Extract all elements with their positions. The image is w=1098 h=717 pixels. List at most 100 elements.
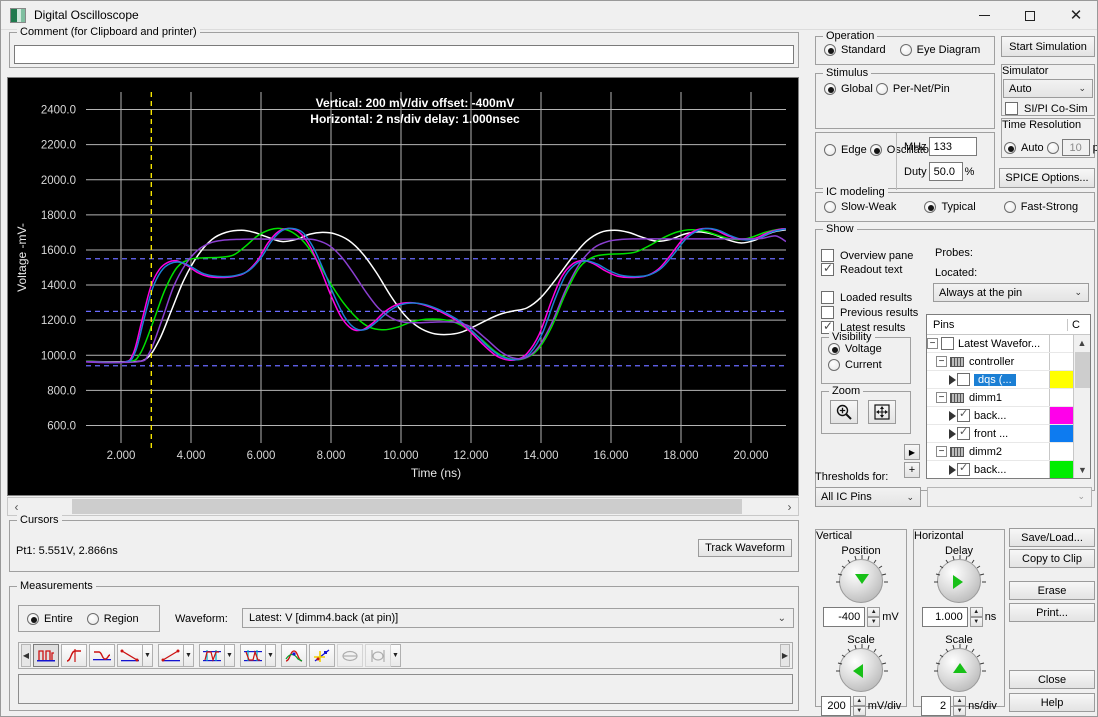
pins-color-swatch[interactable] xyxy=(1049,443,1073,460)
minimize-button[interactable] xyxy=(961,1,1007,30)
horizontal-delay-down[interactable]: ▼ xyxy=(969,617,983,627)
duty-input[interactable]: 50.0 xyxy=(928,162,963,181)
close-button[interactable]: Close xyxy=(1009,670,1095,689)
slope-up-group[interactable]: ▼ xyxy=(158,644,197,667)
overshoot-group[interactable]: ▼ xyxy=(199,644,238,667)
pins-row[interactable]: front ... xyxy=(927,425,1073,443)
pins-scroll-up-icon[interactable]: ▲ xyxy=(1074,335,1090,351)
vertical-position-knob[interactable] xyxy=(836,555,888,603)
slope-up-icon-button[interactable] xyxy=(158,644,184,667)
probe-checkbox-icon[interactable] xyxy=(957,427,970,440)
radio-fast-strong[interactable]: Fast-Strong xyxy=(1003,201,1078,213)
waveform-select[interactable]: Latest: V [dimm4.back (at pin)] ⌄ xyxy=(242,608,794,628)
zoom-in-button[interactable] xyxy=(830,400,858,424)
pins-vertical-scrollbar[interactable]: ▲ ▼ xyxy=(1073,335,1090,478)
vertical-position-down[interactable]: ▼ xyxy=(867,617,881,627)
radio-per-net-pin[interactable]: Per-Net/Pin xyxy=(875,83,950,95)
slope-down-dropdown[interactable]: ▼ xyxy=(143,644,153,667)
waveform-plot[interactable]: 2400.0 2200.0 2000.0 1800.0 1600.0 1400.0 1200… xyxy=(7,77,799,496)
rising-edge-icon-button[interactable] xyxy=(61,644,87,667)
scroll-right-arrow-icon[interactable]: › xyxy=(781,498,798,515)
radio-typical[interactable]: Typical xyxy=(924,201,976,213)
save-load-button[interactable]: Save/Load... xyxy=(1009,528,1095,547)
pulse-measure-icon-button[interactable] xyxy=(33,644,59,667)
pins-checkbox-icon[interactable] xyxy=(941,337,954,350)
pins-color-swatch[interactable] xyxy=(1049,389,1073,406)
checkbox-loaded-results[interactable]: Loaded results xyxy=(821,291,912,304)
pins-color-swatch[interactable] xyxy=(1049,371,1073,388)
horizontal-delay-knob[interactable] xyxy=(934,555,986,603)
plot-horizontal-scrollbar[interactable]: ‹ › xyxy=(7,497,799,516)
pins-row[interactable]: dqs (... xyxy=(927,371,1073,389)
slope-down-group[interactable]: ▼ xyxy=(117,644,156,667)
radio-eye-diagram[interactable]: Eye Diagram xyxy=(899,44,980,56)
radio-region[interactable]: Region xyxy=(86,612,139,625)
eye-icon-button[interactable] xyxy=(365,644,391,667)
probe-checkbox-icon[interactable] xyxy=(957,373,970,386)
pins-expand-right-button[interactable]: ▶ xyxy=(904,444,920,460)
vertical-scale-knob[interactable] xyxy=(836,644,888,692)
scroll-track[interactable] xyxy=(25,498,781,515)
radio-standard[interactable]: Standard xyxy=(824,44,886,56)
probe-checkbox-icon[interactable] xyxy=(957,409,970,422)
falling-edge-icon-button[interactable] xyxy=(89,644,115,667)
checkbox-overview-pane[interactable]: Overview pane xyxy=(821,249,913,262)
overshoot-dropdown[interactable]: ▼ xyxy=(225,644,235,667)
slope-down-icon-button[interactable] xyxy=(117,644,143,667)
undershoot-dropdown[interactable]: ▼ xyxy=(266,644,276,667)
comment-input[interactable] xyxy=(14,45,794,64)
pins-scroll-thumb[interactable] xyxy=(1075,352,1090,388)
eye-group[interactable]: ▼ xyxy=(365,644,404,667)
help-button[interactable]: Help xyxy=(1009,693,1095,712)
undershoot-group[interactable]: ▼ xyxy=(240,644,279,667)
radio-time-manual[interactable] xyxy=(1046,141,1059,154)
pins-row[interactable]: back... xyxy=(927,407,1073,425)
overshoot-icon-button[interactable] xyxy=(199,644,225,667)
simulator-combo[interactable]: Auto ⌄ xyxy=(1003,79,1093,98)
marker-icon-button[interactable] xyxy=(309,644,335,667)
horizontal-scale-down[interactable]: ▼ xyxy=(953,706,967,716)
pins-row[interactable]: back... xyxy=(927,461,1073,478)
start-simulation-button[interactable]: Start Simulation xyxy=(1001,36,1095,57)
radio-entire[interactable]: Entire xyxy=(27,612,73,625)
toolbar-scroll-right[interactable]: ▶ xyxy=(780,644,790,667)
tree-expander-icon[interactable]: − xyxy=(936,446,947,457)
measurement-toolbar[interactable]: ◀ ▼ ▼ ▼ ▼ ▼ ▶ xyxy=(18,642,793,669)
pins-row[interactable]: − dimm2 xyxy=(927,443,1073,461)
toolbar-scroll-left[interactable]: ◀ xyxy=(21,644,31,667)
radio-global[interactable]: Global xyxy=(824,83,873,95)
zoom-fit-button[interactable] xyxy=(868,400,896,424)
scroll-thumb[interactable] xyxy=(72,499,742,514)
crossing-icon-button[interactable] xyxy=(281,644,307,667)
pins-color-swatch[interactable] xyxy=(1049,335,1073,352)
tree-expander-icon[interactable]: − xyxy=(936,392,947,403)
located-combo[interactable]: Always at the pin ⌄ xyxy=(933,283,1089,302)
radio-slow-weak[interactable]: Slow-Weak xyxy=(824,201,896,213)
tree-expander-icon[interactable]: − xyxy=(936,356,947,367)
undershoot-icon-button[interactable] xyxy=(240,644,266,667)
pins-row[interactable]: − controller xyxy=(927,353,1073,371)
thresholds-combo[interactable]: All IC Pins ⌄ xyxy=(815,487,921,507)
pins-color-swatch[interactable] xyxy=(1049,353,1073,370)
print-button[interactable]: Print... xyxy=(1009,603,1095,622)
thresholds-value-combo[interactable]: ⌄ xyxy=(927,487,1092,507)
checkbox-sipi-cosim[interactable]: SI/PI Co-Sim xyxy=(1005,102,1088,115)
pins-color-swatch[interactable] xyxy=(1049,461,1073,478)
slope-up-dropdown[interactable]: ▼ xyxy=(184,644,194,667)
pins-rows[interactable]: − Latest Wavefor... − controller dqs (... − di… xyxy=(927,335,1073,478)
pins-row[interactable]: − dimm1 xyxy=(927,389,1073,407)
radio-voltage[interactable]: Voltage xyxy=(828,343,882,355)
tree-expander-icon[interactable]: − xyxy=(927,338,938,349)
pins-color-swatch[interactable] xyxy=(1049,407,1073,424)
pins-color-swatch[interactable] xyxy=(1049,425,1073,442)
probe-checkbox-icon[interactable] xyxy=(957,463,970,476)
pins-row[interactable]: − Latest Wavefor... xyxy=(927,335,1073,353)
radio-time-auto[interactable]: Auto xyxy=(1004,141,1044,154)
time-resolution-input[interactable]: 10 xyxy=(1061,139,1090,156)
mhz-input[interactable]: 133 xyxy=(928,137,977,156)
track-waveform-button[interactable]: Track Waveform xyxy=(698,539,792,557)
pins-add-button[interactable]: + xyxy=(904,462,920,478)
horizontal-scale-knob[interactable] xyxy=(934,644,986,692)
checkbox-previous-results[interactable]: Previous results xyxy=(821,306,918,319)
radio-current[interactable]: Current xyxy=(828,359,882,371)
